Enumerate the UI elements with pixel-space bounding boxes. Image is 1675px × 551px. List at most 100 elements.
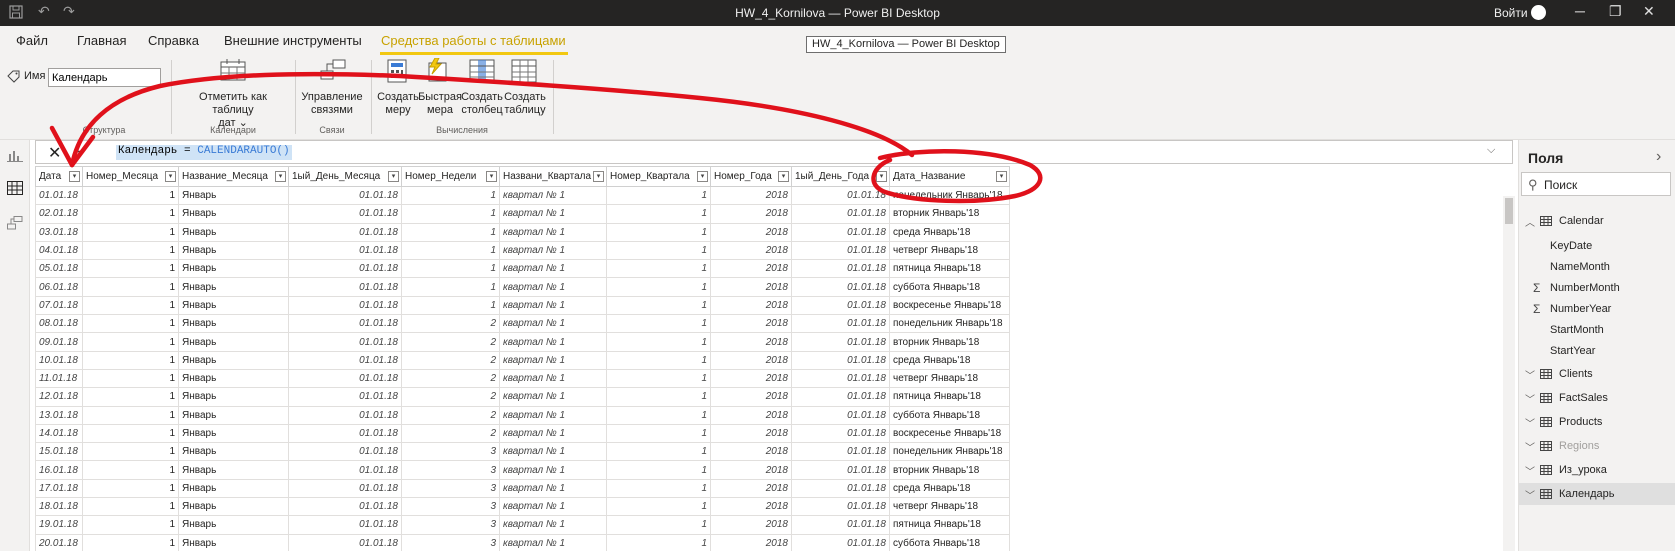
chevron-down-icon[interactable]: ﹀ bbox=[1525, 439, 1535, 454]
filter-dropdown-icon[interactable]: ▾ bbox=[275, 171, 286, 182]
field-item[interactable]: KeyDate bbox=[1519, 235, 1675, 257]
table-cell[interactable]: 2018 bbox=[710, 423, 792, 444]
table-cell[interactable]: квартал № 1 bbox=[499, 442, 607, 462]
field-table[interactable]: ﹀ Regions bbox=[1519, 435, 1675, 457]
table-cell[interactable]: 2 bbox=[401, 350, 500, 370]
table-cell[interactable]: 01.01.18 bbox=[288, 405, 402, 425]
table-cell[interactable]: Январь bbox=[178, 497, 289, 517]
cancel-formula-icon[interactable]: ✕ bbox=[48, 143, 61, 163]
table-cell[interactable]: 01.01.18 bbox=[288, 222, 402, 242]
table-cell[interactable]: 01.01.18 bbox=[791, 533, 890, 551]
table-cell[interactable]: 1 bbox=[82, 423, 179, 444]
table-cell[interactable]: квартал № 1 bbox=[499, 387, 607, 407]
table-cell[interactable]: 2018 bbox=[710, 515, 792, 535]
filter-dropdown-icon[interactable]: ▾ bbox=[165, 171, 176, 182]
model-view-icon[interactable] bbox=[7, 216, 23, 230]
table-cell[interactable]: 08.01.18 bbox=[35, 314, 83, 334]
filter-dropdown-icon[interactable]: ▾ bbox=[876, 171, 887, 182]
table-cell[interactable]: 1 bbox=[82, 314, 179, 334]
table-cell[interactable]: 3 bbox=[401, 497, 500, 517]
table-cell[interactable]: квартал № 1 bbox=[499, 497, 607, 517]
table-cell[interactable]: среда Январь'18 bbox=[889, 350, 1010, 370]
table-cell[interactable]: Январь bbox=[178, 185, 289, 206]
data-view-icon[interactable] bbox=[7, 181, 23, 195]
table-cell[interactable]: Январь bbox=[178, 240, 289, 261]
table-cell[interactable]: 1 bbox=[82, 405, 179, 425]
fields-search-box[interactable]: ⚲ Поиск bbox=[1521, 172, 1671, 196]
table-cell[interactable]: 1 bbox=[82, 515, 179, 535]
table-cell[interactable]: 19.01.18 bbox=[35, 515, 83, 535]
table-cell[interactable]: 1 bbox=[606, 405, 711, 425]
table-cell[interactable]: квартал № 1 bbox=[499, 332, 607, 352]
table-cell[interactable]: квартал № 1 bbox=[499, 240, 607, 261]
table-cell[interactable]: 03.01.18 bbox=[35, 222, 83, 242]
column-header[interactable]: Номер_Квартала ▾ bbox=[606, 166, 711, 187]
table-cell[interactable]: 01.01.18 bbox=[288, 442, 402, 462]
table-cell[interactable]: 1 bbox=[401, 204, 500, 224]
table-cell[interactable]: суббота Январь'18 bbox=[889, 405, 1010, 425]
table-cell[interactable]: 2 bbox=[401, 387, 500, 407]
table-cell[interactable]: 01.01.18 bbox=[288, 277, 402, 297]
table-cell[interactable]: пятница Январь'18 bbox=[889, 387, 1010, 407]
table-cell[interactable]: 1 bbox=[82, 204, 179, 224]
table-cell[interactable]: 3 bbox=[401, 533, 500, 551]
table-cell[interactable]: 3 bbox=[401, 515, 500, 535]
new-table-button[interactable]: Создать таблицу bbox=[500, 91, 550, 117]
table-cell[interactable]: 20.01.18 bbox=[35, 533, 83, 551]
table-cell[interactable]: 3 bbox=[401, 460, 500, 480]
column-header[interactable]: Дата ▾ bbox=[35, 166, 83, 187]
table-cell[interactable]: 1 bbox=[82, 497, 179, 517]
table-cell[interactable]: 1 bbox=[401, 222, 500, 242]
table-cell[interactable]: 1 bbox=[82, 350, 179, 370]
column-header[interactable]: Название_Месяца ▾ bbox=[178, 166, 289, 187]
table-cell[interactable]: 01.01.18 bbox=[791, 185, 890, 206]
table-cell[interactable]: понедельник Январь'18 bbox=[889, 442, 1010, 462]
table-cell[interactable]: 01.01.18 bbox=[791, 222, 890, 242]
formula-text[interactable]: Календарь = CALENDARAUTO() bbox=[116, 145, 292, 160]
chevron-up-icon[interactable]: ︿ bbox=[1525, 214, 1535, 229]
table-cell[interactable]: 2 bbox=[401, 423, 500, 444]
table-cell[interactable]: 01.01.18 bbox=[791, 515, 890, 535]
table-cell[interactable]: квартал № 1 bbox=[499, 314, 607, 334]
manage-relationships-button[interactable]: Управление связями bbox=[296, 91, 368, 117]
table-cell[interactable]: вторник Январь'18 bbox=[889, 332, 1010, 352]
field-table[interactable]: ﹀ FactSales bbox=[1519, 387, 1675, 409]
table-cell[interactable]: 07.01.18 bbox=[35, 295, 83, 316]
expand-formula-icon[interactable]: ⌵ bbox=[1487, 144, 1495, 157]
table-cell[interactable]: 1 bbox=[606, 460, 711, 480]
commit-formula-icon[interactable]: ✓ bbox=[76, 142, 88, 159]
table-cell[interactable]: четверг Январь'18 bbox=[889, 497, 1010, 517]
table-cell[interactable]: суббота Январь'18 bbox=[889, 533, 1010, 551]
filter-dropdown-icon[interactable]: ▾ bbox=[593, 171, 604, 182]
table-cell[interactable]: 1 bbox=[82, 478, 179, 499]
table-cell[interactable]: Январь bbox=[178, 277, 289, 297]
avatar[interactable] bbox=[1531, 5, 1546, 20]
table-cell[interactable]: 2018 bbox=[710, 222, 792, 242]
table-cell[interactable]: 01.01.18 bbox=[288, 387, 402, 407]
table-cell[interactable]: четверг Январь'18 bbox=[889, 240, 1010, 261]
table-cell[interactable]: 1 bbox=[82, 259, 179, 279]
table-cell[interactable]: 12.01.18 bbox=[35, 387, 83, 407]
field-table[interactable]: ﹀ Clients bbox=[1519, 363, 1675, 385]
table-cell[interactable]: 2018 bbox=[710, 240, 792, 261]
table-cell[interactable]: квартал № 1 bbox=[499, 295, 607, 316]
table-cell[interactable]: квартал № 1 bbox=[499, 533, 607, 551]
table-cell[interactable]: Январь bbox=[178, 478, 289, 499]
table-cell[interactable]: Январь bbox=[178, 387, 289, 407]
table-cell[interactable]: 2018 bbox=[710, 442, 792, 462]
table-cell[interactable]: квартал № 1 bbox=[499, 350, 607, 370]
table-cell[interactable]: 01.01.18 bbox=[791, 314, 890, 334]
sign-in-link[interactable]: Войти bbox=[1494, 6, 1528, 20]
table-cell[interactable]: 1 bbox=[606, 515, 711, 535]
table-cell[interactable]: 01.01.18 bbox=[791, 478, 890, 499]
table-cell[interactable]: суббота Январь'18 bbox=[889, 277, 1010, 297]
table-cell[interactable]: 01.01.18 bbox=[791, 423, 890, 444]
field-table[interactable]: ﹀ Из_урока bbox=[1519, 459, 1675, 481]
table-cell[interactable]: 1 bbox=[606, 533, 711, 551]
table-cell[interactable]: 2018 bbox=[710, 368, 792, 389]
table-cell[interactable]: 11.01.18 bbox=[35, 368, 83, 389]
column-header[interactable]: Номер_Года ▾ bbox=[710, 166, 792, 187]
table-cell[interactable]: 09.01.18 bbox=[35, 332, 83, 352]
table-cell[interactable]: 3 bbox=[401, 442, 500, 462]
table-cell[interactable]: 2 bbox=[401, 405, 500, 425]
